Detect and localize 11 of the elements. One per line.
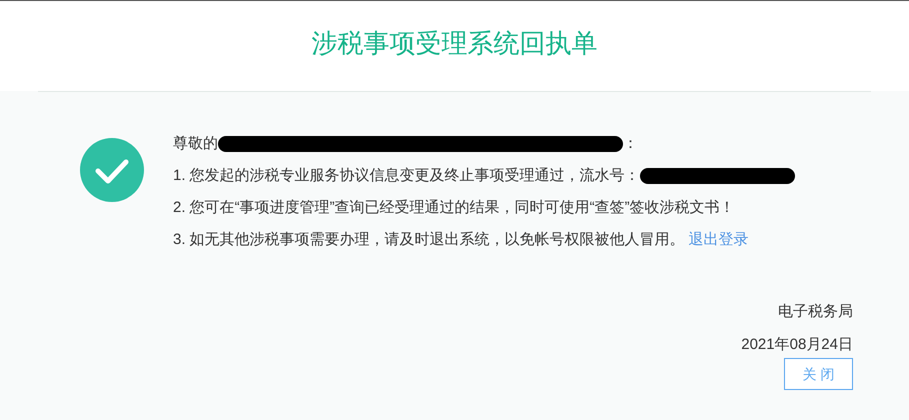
message-text: 2. 您可在“事项进度管理”查询已经受理通过的结果，同时可使用“查签”签收涉税文书！ <box>173 198 735 218</box>
signature-text: 电子税务局 <box>778 302 853 322</box>
checkmark-icon <box>80 138 144 202</box>
page-title: 涉税事项受理系统回执单 <box>312 28 598 60</box>
message-text: 3. 如无其他涉税事项需要办理，请及时退出系统，以免帐号权限被他人冒用。 <box>173 230 685 250</box>
message-text: ： <box>623 134 638 154</box>
message-text: 尊敬的 <box>173 134 218 154</box>
date-text: 2021年08月24日 <box>741 334 853 354</box>
close-button[interactable]: 关 闭 <box>784 358 853 390</box>
message-text: 1. 您发起的涉税专业服务协议信息变更及终止事项受理通过，流水号： <box>173 166 640 186</box>
logout-link[interactable]: 退出登录 <box>688 228 749 252</box>
